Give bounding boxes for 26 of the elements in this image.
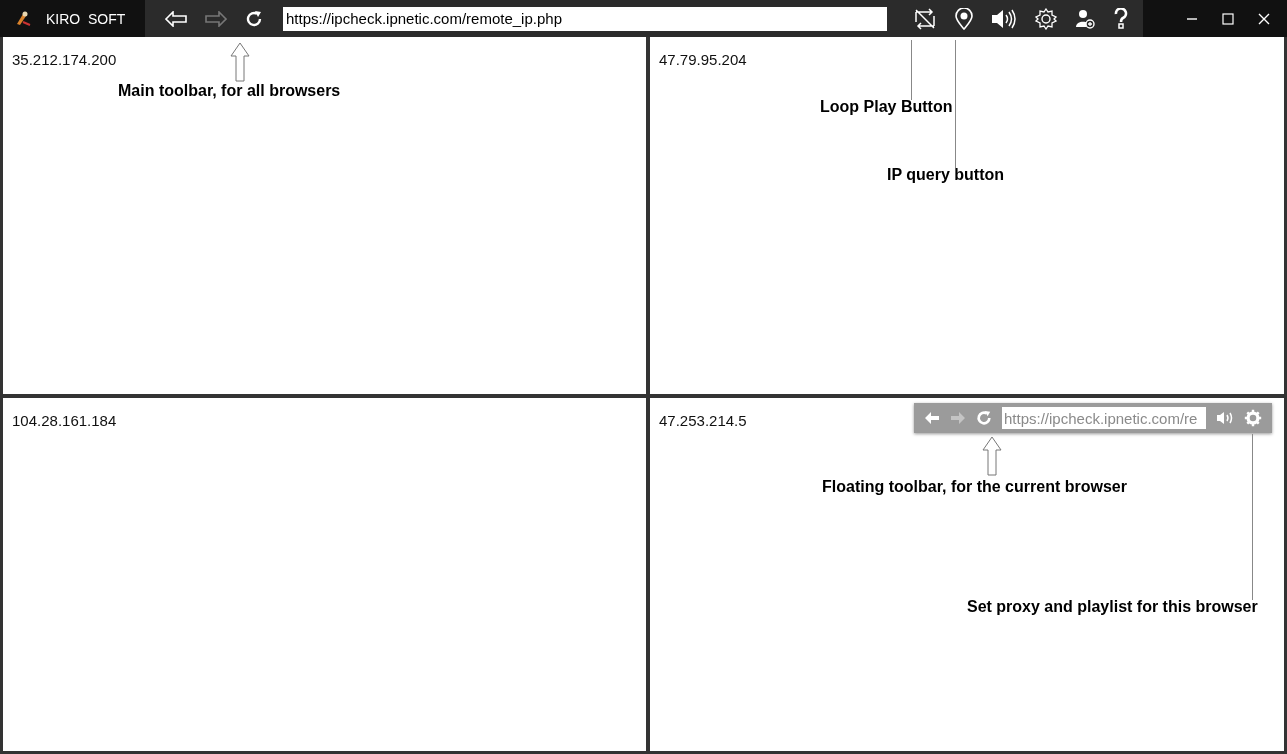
url-field[interactable]: https://ipcheck.ipnetic.com/re <box>1002 407 1206 429</box>
ip-address-text: 47.253.214.5 <box>659 412 747 429</box>
ip-pin-icon[interactable] <box>955 7 973 30</box>
help-icon[interactable] <box>1113 7 1129 30</box>
speaker-icon[interactable] <box>991 7 1017 30</box>
back-arrow-icon[interactable] <box>165 10 187 27</box>
annotation-text: Set proxy and playlist for this browser <box>967 598 1258 616</box>
leader-line <box>911 40 912 100</box>
close-icon[interactable] <box>1258 12 1270 25</box>
settings-icon[interactable] <box>1035 7 1057 30</box>
user-add-icon[interactable] <box>1075 8 1095 29</box>
annotation-text: Main toolbar, for all browsers <box>118 82 341 100</box>
logo-icon <box>14 9 32 28</box>
annotation-text: IP query button <box>887 166 1005 184</box>
loop-crossed-icon[interactable] <box>913 7 937 30</box>
ip-address-text: 47.79.95.204 <box>659 51 747 68</box>
window-title: KIRO SOFT <box>46 10 126 27</box>
maximize-icon[interactable] <box>1222 12 1234 25</box>
annotation-text: Loop Play Button <box>820 98 953 116</box>
hollow-arrow-icon <box>230 42 250 82</box>
ip-address-text: 104.28.161.184 <box>12 412 117 429</box>
annotation-text: Floating toolbar, for the current browser <box>822 478 1127 496</box>
refresh-icon[interactable] <box>245 9 263 28</box>
url-field[interactable]: https://ipcheck.ipnetic.com/remote_ip.php <box>283 6 887 31</box>
hollow-arrow-icon <box>982 436 1002 476</box>
ip-address-text: 35.212.174.200 <box>12 51 117 68</box>
